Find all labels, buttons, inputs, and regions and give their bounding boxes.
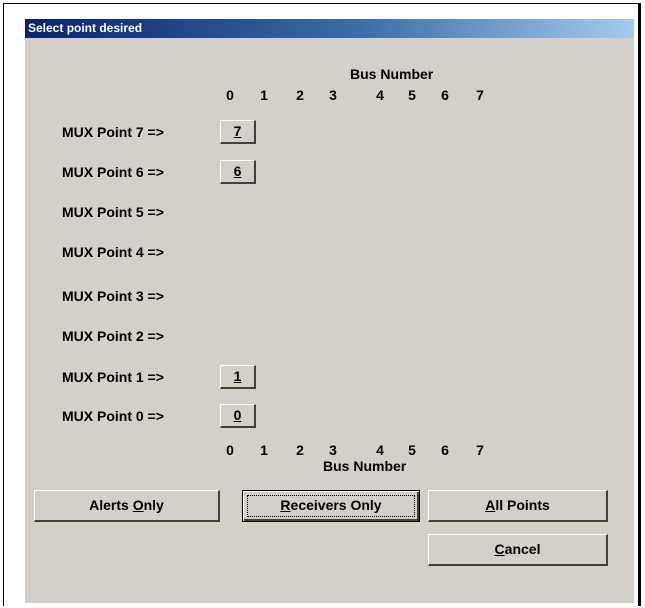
bus-number-6: 6 — [441, 87, 449, 103]
bus-number-5: 5 — [408, 87, 416, 103]
mux-6-bus-0-button[interactable]: 6 — [220, 160, 256, 184]
all-points-accel: A — [485, 497, 496, 513]
bus-number-7: 7 — [476, 87, 484, 103]
alerts-only-accel: O — [132, 497, 144, 513]
bus-number-2: 2 — [296, 87, 304, 103]
receivers-only-button[interactable]: Receivers Only — [242, 490, 420, 522]
bus-number-5-bottom: 5 — [408, 442, 416, 458]
bus-number-2-bottom: 2 — [296, 442, 304, 458]
dialog-title: Select point desired — [28, 21, 143, 35]
title-bar: Select point desired — [25, 19, 634, 38]
mux-7-bus-0-button[interactable]: 7 — [220, 120, 256, 144]
alerts-only-button[interactable]: Alerts Only — [34, 490, 220, 522]
mux-0-bus-0-button[interactable]: 0 — [220, 404, 256, 428]
bus-number-0-bottom: 0 — [226, 442, 234, 458]
mux-point-0-label: MUX Point 0 => — [62, 408, 164, 424]
mux-point-5-label: MUX Point 5 => — [62, 204, 164, 220]
cancel-button[interactable]: Cancel — [428, 534, 608, 566]
mux-point-6-label: MUX Point 6 => — [62, 164, 164, 180]
bus-number-3: 3 — [329, 87, 337, 103]
select-point-dialog: Select point desired Bus Number 0 1 2 3 … — [24, 18, 634, 603]
bus-number-1: 1 — [260, 87, 268, 103]
bus-number-header-bottom: Bus Number — [323, 458, 407, 474]
mux-point-4-label: MUX Point 4 => — [62, 244, 164, 260]
bus-number-6-bottom: 6 — [441, 442, 449, 458]
mux-1-bus-0-button[interactable]: 1 — [220, 365, 256, 389]
all-points-button[interactable]: All Points — [428, 490, 608, 522]
alerts-only-label-post: nly — [143, 497, 164, 513]
bus-number-3-bottom: 3 — [329, 442, 337, 458]
bus-number-0: 0 — [226, 87, 234, 103]
bus-number-1-bottom: 1 — [260, 442, 268, 458]
bus-number-4-bottom: 4 — [376, 442, 384, 458]
mux-point-1-label: MUX Point 1 => — [62, 369, 164, 385]
focus-rectangle — [247, 495, 415, 517]
mux-point-3-label: MUX Point 3 => — [62, 288, 164, 304]
mux-point-7-label: MUX Point 7 => — [62, 124, 164, 140]
cancel-accel: C — [494, 541, 505, 557]
bus-number-4: 4 — [376, 87, 384, 103]
mux-point-2-label: MUX Point 2 => — [62, 328, 164, 344]
alerts-only-label-pre: Alerts — [89, 497, 133, 513]
bus-number-7-bottom: 7 — [476, 442, 484, 458]
cancel-label-post: ancel — [504, 541, 541, 557]
all-points-label-post: ll Points — [495, 497, 550, 513]
bus-number-header-top: Bus Number — [350, 66, 434, 82]
